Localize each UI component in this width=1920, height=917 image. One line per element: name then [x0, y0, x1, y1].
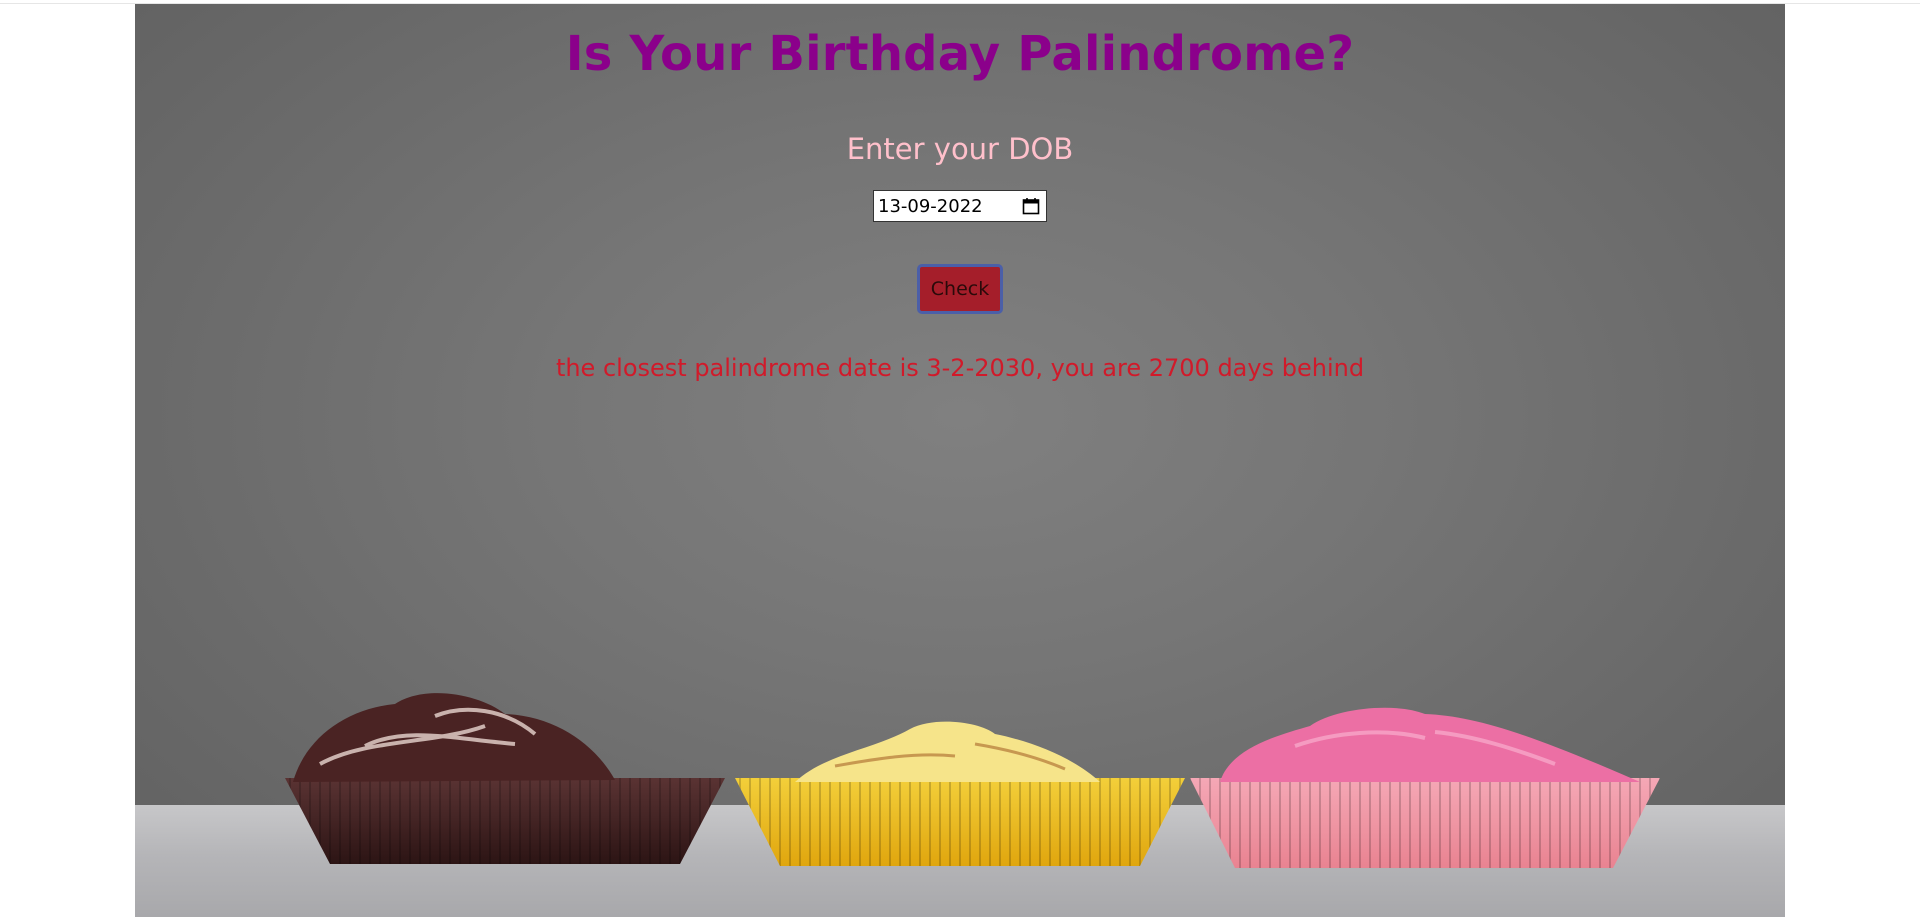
- lemon-cupcake: [735, 721, 1185, 866]
- dob-date-value: 13-09-2022: [878, 195, 983, 217]
- calendar-icon[interactable]: [1022, 197, 1040, 215]
- chocolate-cupcake: [285, 693, 725, 864]
- dob-label: Enter your DOB: [846, 132, 1074, 166]
- dob-date-input[interactable]: 13-09-2022: [873, 190, 1047, 222]
- page-title: Is Your Birthday Palindrome?: [565, 26, 1355, 82]
- check-button[interactable]: Check: [917, 264, 1003, 314]
- pink-cupcake: [1190, 707, 1660, 868]
- hero-background: Is Your Birthday Palindrome? Enter your …: [135, 4, 1785, 917]
- result-message: the closest palindrome date is 3-2-2030,…: [555, 354, 1365, 382]
